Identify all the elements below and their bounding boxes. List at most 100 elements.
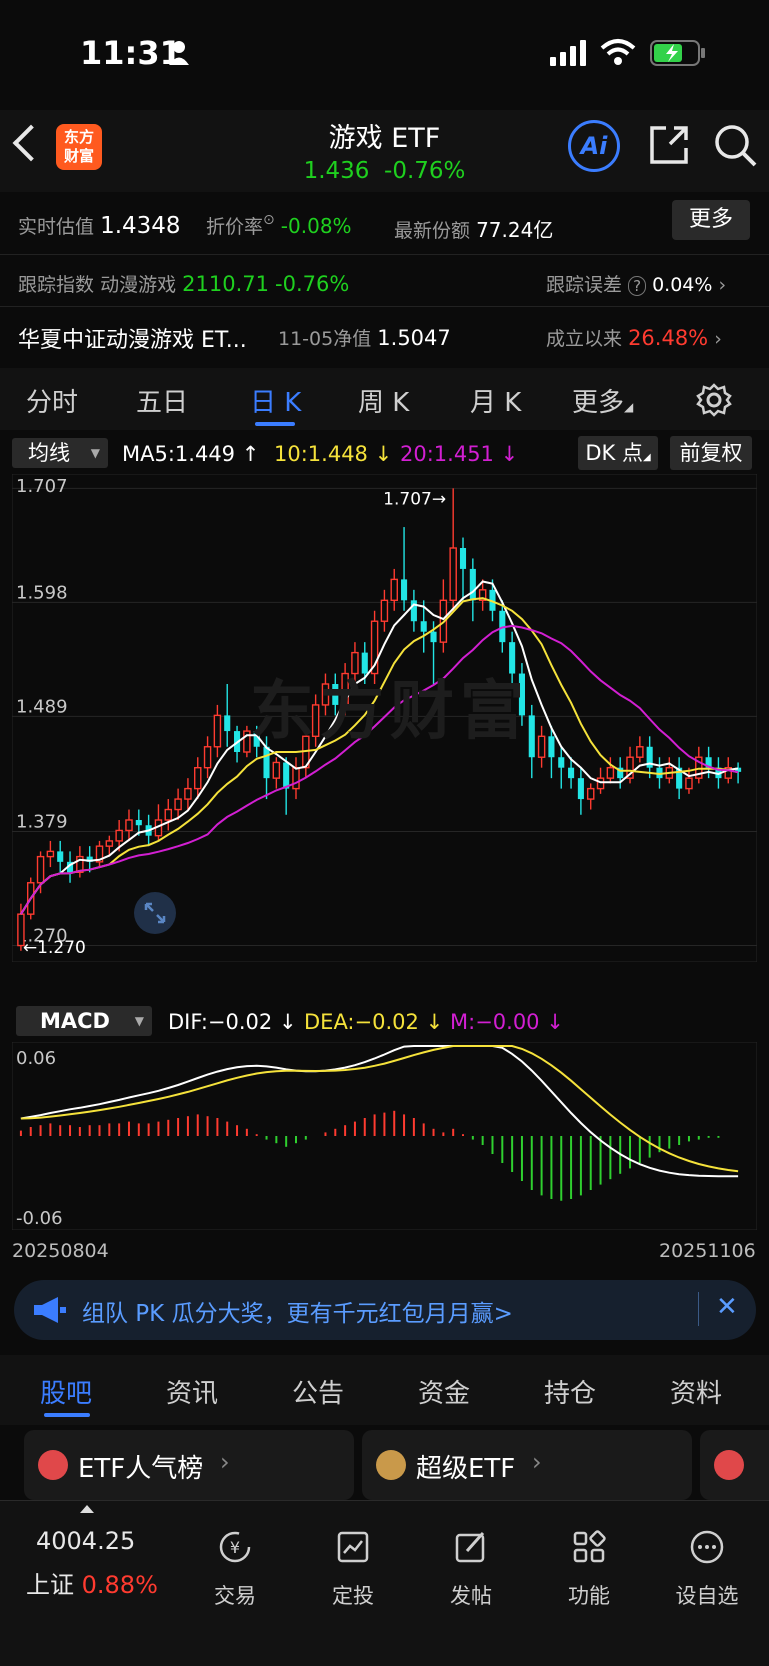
- candle-body: [636, 746, 644, 758]
- invest-plan-button[interactable]: 定投: [308, 1529, 398, 1610]
- index-line[interactable]: 上证 0.88%: [26, 1565, 158, 1600]
- realtime-value: 1.4348: [100, 213, 181, 239]
- tab-intraday[interactable]: 分时: [26, 382, 78, 419]
- functions-button[interactable]: 功能: [544, 1529, 634, 1610]
- index-name: 上证: [26, 1571, 74, 1599]
- more-dots-icon[interactable]: ⊙: [263, 212, 275, 228]
- tab-five-day[interactable]: 五日: [136, 382, 188, 419]
- macd-y-tick: 0.06: [16, 1048, 56, 1069]
- divider: [0, 306, 769, 307]
- promo-banner[interactable]: 组队 PK 瓜分大奖，更有千元红包月月赢> ✕: [14, 1280, 756, 1340]
- track-value: 2110.71: [182, 272, 269, 296]
- candle-body: [469, 568, 476, 601]
- trade-button[interactable]: ¥ 交易: [190, 1529, 280, 1610]
- ma10-label: 10:1.448 ↓: [274, 442, 392, 466]
- active-tab-indicator: [255, 422, 295, 426]
- index-value[interactable]: 4004.25: [36, 1527, 135, 1555]
- caret-up-icon[interactable]: [80, 1505, 94, 1513]
- since-inception-group[interactable]: 成立以来 26.48% ›: [546, 324, 722, 351]
- error-value: 0.04%: [652, 274, 713, 296]
- status-bar: 11:31: [0, 0, 769, 110]
- status-time: 11:31: [80, 34, 182, 72]
- candle-body: [292, 766, 300, 790]
- settings-gear-icon[interactable]: [696, 382, 732, 418]
- candle-body: [401, 579, 408, 601]
- since-value: 26.48%: [628, 326, 709, 350]
- add-watchlist-button[interactable]: 设自选: [662, 1529, 752, 1610]
- card-etf-popularity[interactable]: ETF人气榜 ›: [24, 1430, 354, 1500]
- help-icon[interactable]: ?: [628, 276, 647, 296]
- adjust-button[interactable]: 前复权: [670, 436, 752, 470]
- divider: [0, 254, 769, 255]
- edit-pencil-icon: [455, 1532, 485, 1563]
- dropdown-caret-icon: ▼: [134, 1014, 144, 1028]
- candle-body: [194, 766, 202, 790]
- candle-body: [685, 777, 693, 790]
- add-watchlist-label: 设自选: [675, 1584, 739, 1608]
- fund-name[interactable]: 华夏中证动漫游戏 ET...: [18, 322, 247, 354]
- card-partial[interactable]: [700, 1430, 769, 1500]
- candle-body: [243, 730, 251, 753]
- close-icon[interactable]: ✕: [716, 1292, 738, 1322]
- chevron-right-icon: ›: [718, 274, 727, 296]
- macd-y-tick: -0.06: [16, 1208, 63, 1229]
- tab-weekly-k[interactable]: 周 K: [358, 382, 409, 419]
- track-name: 动漫游戏: [100, 274, 177, 296]
- etf-badge-icon: [714, 1450, 744, 1480]
- tab-monthly-k[interactable]: 月 K: [470, 382, 521, 419]
- candle-body: [135, 820, 142, 826]
- tab-announcement[interactable]: 公告: [292, 1373, 344, 1410]
- chevron-right-icon: ›: [532, 1448, 542, 1476]
- dropdown-caret-icon: ▼: [90, 446, 100, 460]
- dea-label: DEA:−0.02 ↓: [304, 1010, 443, 1034]
- macd-select[interactable]: MACD ▼: [16, 1006, 152, 1036]
- post-button[interactable]: 发帖: [426, 1529, 516, 1610]
- arrow-down-icon: ↓: [546, 1010, 564, 1034]
- candle-body: [164, 808, 173, 821]
- dk-point-button[interactable]: DK 点◢: [578, 436, 658, 470]
- ma-select[interactable]: 均线 ▼: [12, 438, 108, 468]
- tab-holdings[interactable]: 持仓: [544, 1373, 596, 1410]
- macd-chart[interactable]: 0.06 -0.06: [12, 1042, 757, 1230]
- candle-body: [380, 599, 389, 622]
- chevron-right-icon: ›: [714, 328, 722, 350]
- tracking-error-group[interactable]: 跟踪误差 ? 0.04% ›: [546, 270, 726, 297]
- tab-funds[interactable]: 资金: [418, 1373, 470, 1410]
- ai-button[interactable]: Ai: [568, 120, 620, 172]
- ma20-label: 20:1.451 ↓: [400, 442, 518, 466]
- invest-chart-icon: [337, 1531, 369, 1563]
- tab-forum[interactable]: 股吧: [40, 1373, 92, 1410]
- y-tick-label: 1.379: [16, 812, 68, 833]
- nav-date: 11-05: [278, 328, 334, 350]
- macd-select-label: MACD: [40, 1009, 110, 1033]
- megaphone-icon: [34, 1297, 66, 1323]
- candle-body: [203, 746, 212, 769]
- candle-body: [430, 631, 437, 643]
- search-icon[interactable]: [712, 122, 758, 168]
- tab-more-label: 更多: [572, 388, 625, 418]
- arrow-down-icon: ↓: [278, 1010, 297, 1034]
- etf-badge-icon: [376, 1450, 406, 1480]
- candle-body: [568, 767, 575, 779]
- chevron-right-icon: ›: [220, 1448, 230, 1476]
- candle-body: [410, 600, 417, 622]
- tab-profile[interactable]: 资料: [670, 1373, 722, 1410]
- card-super-etf[interactable]: 超级ETF ›: [362, 1430, 692, 1500]
- arrow-down-icon: ↓: [500, 442, 519, 466]
- dk-label: DK 点: [585, 441, 643, 465]
- candle-body: [577, 778, 584, 800]
- tab-more[interactable]: 更多◢: [572, 382, 633, 419]
- arrow-up-icon: ↑: [241, 442, 260, 466]
- info-row-1: 实时估值 1.4348: [18, 212, 181, 239]
- candle-body: [57, 851, 64, 862]
- current-price: 1.436: [303, 158, 370, 184]
- chart-bars-icon: [38, 1450, 68, 1480]
- expand-button[interactable]: [134, 892, 176, 934]
- shares-group: 最新份额 77.24亿: [394, 214, 553, 243]
- tab-daily-k[interactable]: 日 K: [250, 382, 301, 419]
- share-icon[interactable]: [646, 122, 692, 168]
- tab-news[interactable]: 资讯: [166, 1373, 218, 1410]
- functions-label: 功能: [568, 1584, 610, 1608]
- more-info-button[interactable]: 更多: [672, 200, 750, 240]
- m-value: M:−0.00: [450, 1010, 540, 1034]
